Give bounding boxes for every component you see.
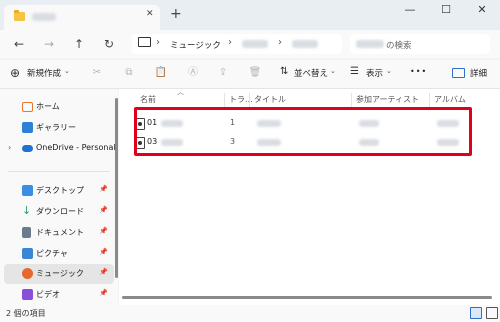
- tab-current-folder[interactable]: ✕: [4, 5, 160, 30]
- command-bar: ⊕ 新規作成 ⌄ ✂ ⧉ 📋 Ⓐ ⇪ 🗑 ⇅ 並べ替え ⌄ ☰ 表示 ⌄ •••…: [0, 60, 500, 89]
- view-button[interactable]: 表示: [366, 67, 383, 79]
- cut-icon[interactable]: ✂: [90, 66, 104, 80]
- column-divider[interactable]: [249, 93, 250, 107]
- chevron-down-icon: ⌄: [64, 67, 70, 75]
- navigation-bar: ← → ↑ ↻ › ミュージック › › の検索: [0, 30, 500, 58]
- pin-icon: 📌: [99, 268, 108, 276]
- music-icon: [22, 268, 33, 279]
- chevron-right-icon[interactable]: ›: [8, 143, 11, 152]
- sidebar-item-label: ギャラリー: [36, 123, 76, 132]
- title-bar: ✕ + — ☐ ✕: [0, 0, 500, 30]
- pictures-icon: [22, 248, 33, 259]
- search-scope-blurred: [356, 40, 384, 48]
- pin-icon: 📌: [99, 185, 108, 193]
- folder-icon: [14, 10, 25, 21]
- desktop-icon: [22, 185, 33, 196]
- refresh-button[interactable]: ↻: [98, 34, 120, 54]
- view-icon: ☰: [350, 66, 359, 77]
- chevron-down-icon: ⌄: [330, 67, 336, 75]
- breadcrumb-separator-icon: ›: [228, 37, 232, 48]
- divider: [8, 171, 110, 172]
- column-header-title[interactable]: タイトル: [254, 94, 286, 105]
- search-input[interactable]: の検索: [350, 34, 490, 54]
- details-button[interactable]: 詳細: [470, 67, 487, 79]
- up-button[interactable]: ↑: [68, 34, 90, 54]
- sidebar-item-label: ミュージック: [36, 269, 84, 278]
- details-pane-icon: [452, 68, 465, 78]
- copy-icon[interactable]: ⧉: [122, 66, 136, 80]
- sidebar-item-label: ピクチャ: [36, 249, 68, 258]
- new-button[interactable]: 新規作成: [27, 67, 61, 79]
- sidebar-item-label: OneDrive - Personal: [36, 143, 116, 152]
- close-tab-icon[interactable]: ✕: [146, 9, 154, 19]
- status-bar: 2 個の項目: [0, 305, 500, 322]
- back-button[interactable]: ←: [8, 34, 30, 54]
- rename-icon[interactable]: Ⓐ: [186, 66, 200, 80]
- pin-icon: 📌: [99, 289, 108, 297]
- sidebar-item-pictures[interactable]: ピクチャ 📌: [4, 245, 114, 263]
- paste-icon[interactable]: 📋: [154, 66, 168, 80]
- chevron-down-icon: ⌄: [386, 67, 392, 75]
- forward-button[interactable]: →: [38, 34, 60, 54]
- sidebar-item-label: ドキュメント: [36, 228, 84, 237]
- more-options-button[interactable]: •••: [410, 67, 427, 76]
- document-icon: [22, 227, 31, 238]
- download-icon: ↓: [22, 204, 32, 217]
- file-explorer-window: ✕ + — ☐ ✕ ← → ↑ ↻ › ミュージック › › の検索 ⊕ 新規作…: [0, 0, 500, 322]
- column-divider[interactable]: [429, 93, 430, 107]
- highlight-box: [134, 107, 472, 156]
- horizontal-scrollbar[interactable]: [122, 296, 492, 299]
- column-header-album[interactable]: アルバム: [434, 94, 466, 105]
- sidebar-item-downloads[interactable]: ↓ ダウンロード 📌: [4, 203, 114, 221]
- item-count: 2 個の項目: [6, 309, 46, 318]
- sidebar-item-gallery[interactable]: ギャラリー: [4, 119, 114, 137]
- home-icon: [22, 102, 33, 112]
- column-divider[interactable]: [224, 93, 225, 107]
- new-tab-button[interactable]: +: [170, 6, 182, 22]
- pin-icon: 📌: [99, 206, 108, 214]
- sidebar-item-label: デスクトップ: [36, 186, 84, 195]
- delete-icon[interactable]: 🗑: [248, 66, 262, 80]
- sidebar-item-onedrive[interactable]: › OneDrive - Personal: [4, 140, 116, 158]
- pin-icon: 📌: [99, 248, 108, 256]
- pin-icon: 📌: [99, 227, 108, 235]
- breadcrumb-separator-icon: ›: [278, 37, 282, 48]
- video-icon: [22, 289, 33, 300]
- sidebar-item-videos[interactable]: ビデオ 📌: [4, 286, 114, 304]
- sort-button[interactable]: 並べ替え: [294, 67, 328, 79]
- tiles-view-icon[interactable]: [486, 307, 498, 319]
- minimize-button[interactable]: —: [392, 0, 428, 22]
- tab-title-blurred: [32, 13, 56, 21]
- sidebar-item-label: ダウンロード: [36, 207, 84, 216]
- sort-icon: ⇅: [280, 66, 289, 77]
- breadcrumb-music[interactable]: ミュージック: [170, 39, 221, 51]
- sort-ascending-icon: ︿: [177, 88, 184, 96]
- sidebar-item-desktop[interactable]: デスクトップ 📌: [4, 182, 114, 200]
- gallery-icon: [22, 122, 33, 133]
- add-icon: ⊕: [10, 66, 21, 80]
- breadcrumb-album-blurred[interactable]: [292, 40, 318, 48]
- breadcrumb-separator-icon: ›: [156, 37, 160, 48]
- computer-icon: [138, 37, 151, 47]
- sidebar-item-label: ホーム: [36, 102, 60, 111]
- sidebar-item-home[interactable]: ホーム: [4, 98, 114, 116]
- column-header-name[interactable]: 名前: [140, 94, 156, 105]
- column-header-artist[interactable]: 参加アーティスト: [356, 94, 419, 105]
- breadcrumb-artist-blurred[interactable]: [242, 40, 268, 48]
- column-divider[interactable]: [351, 93, 352, 107]
- search-placeholder: の検索: [386, 41, 412, 51]
- close-window-button[interactable]: ✕: [464, 0, 500, 22]
- sidebar-item-label: ビデオ: [36, 290, 60, 299]
- details-view-icon[interactable]: [470, 307, 482, 319]
- address-bar[interactable]: › ミュージック › ›: [132, 34, 342, 54]
- sidebar-item-documents[interactable]: ドキュメント 📌: [4, 224, 114, 242]
- sidebar-item-music[interactable]: ミュージック 📌: [4, 264, 114, 284]
- maximize-button[interactable]: ☐: [428, 0, 464, 22]
- sidebar-scrollbar[interactable]: [115, 98, 118, 278]
- navigation-pane: ホーム ギャラリー › OneDrive - Personal デスクトップ 📌…: [0, 89, 118, 305]
- cloud-icon: [22, 145, 33, 152]
- share-icon[interactable]: ⇪: [216, 66, 230, 80]
